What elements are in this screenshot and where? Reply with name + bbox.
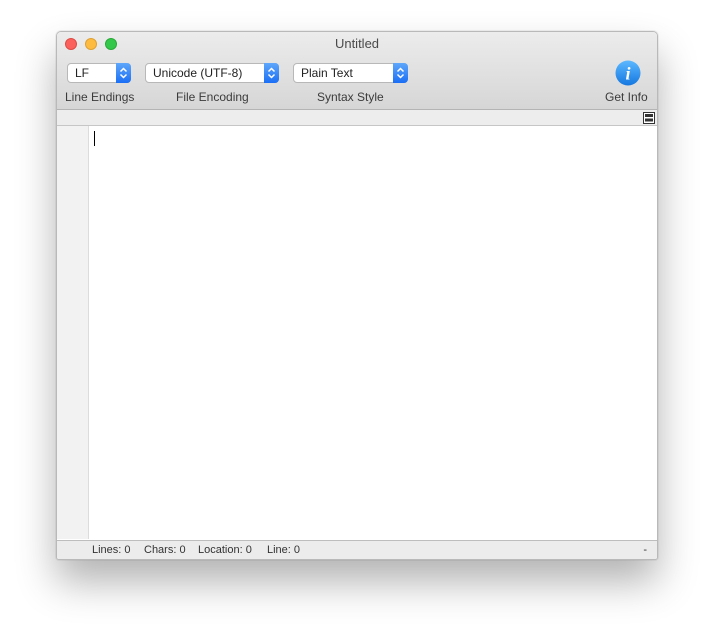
updown-arrows-icon bbox=[393, 63, 408, 83]
file-encoding-value: Unicode (UTF-8) bbox=[153, 66, 243, 80]
location-value: Location: 0 bbox=[198, 544, 252, 556]
syntax-style-popup[interactable]: Plain Text bbox=[293, 63, 408, 83]
line-endings-label: Line Endings bbox=[65, 90, 135, 104]
get-info-button[interactable]: i bbox=[615, 60, 641, 86]
updown-arrows-icon bbox=[264, 63, 279, 83]
info-icon: i bbox=[615, 60, 641, 86]
syntax-style-label: Syntax Style bbox=[317, 90, 384, 104]
status-right-text: - bbox=[643, 544, 647, 556]
text-cursor bbox=[94, 131, 95, 146]
chars-count: Chars: 0 bbox=[144, 544, 186, 556]
line-endings-value: LF bbox=[75, 66, 90, 80]
lines-count: Lines: 0 bbox=[92, 544, 131, 556]
text-editor[interactable] bbox=[89, 126, 657, 539]
updown-arrows-icon bbox=[116, 63, 131, 83]
window-title: Untitled bbox=[334, 36, 380, 51]
status-bar: Lines: 0 Chars: 0 Location: 0 Line: 0 - bbox=[57, 540, 657, 559]
titlebar-toolbar: Untitled LF Unicode (UTF-8) Plain Text L… bbox=[57, 32, 657, 110]
get-info-label: Get Info bbox=[605, 90, 648, 104]
line-value: Line: 0 bbox=[267, 544, 301, 556]
svg-text:i: i bbox=[625, 64, 630, 84]
line-endings-popup[interactable]: LF bbox=[67, 63, 131, 83]
syntax-style-value: Plain Text bbox=[301, 66, 353, 80]
editor-window: Untitled LF Unicode (UTF-8) Plain Text L… bbox=[56, 31, 658, 560]
split-editor-icon[interactable] bbox=[643, 111, 655, 124]
file-encoding-label: File Encoding bbox=[176, 90, 249, 104]
file-encoding-popup[interactable]: Unicode (UTF-8) bbox=[145, 63, 279, 83]
line-number-gutter bbox=[57, 126, 89, 539]
navigation-bar bbox=[57, 110, 657, 126]
